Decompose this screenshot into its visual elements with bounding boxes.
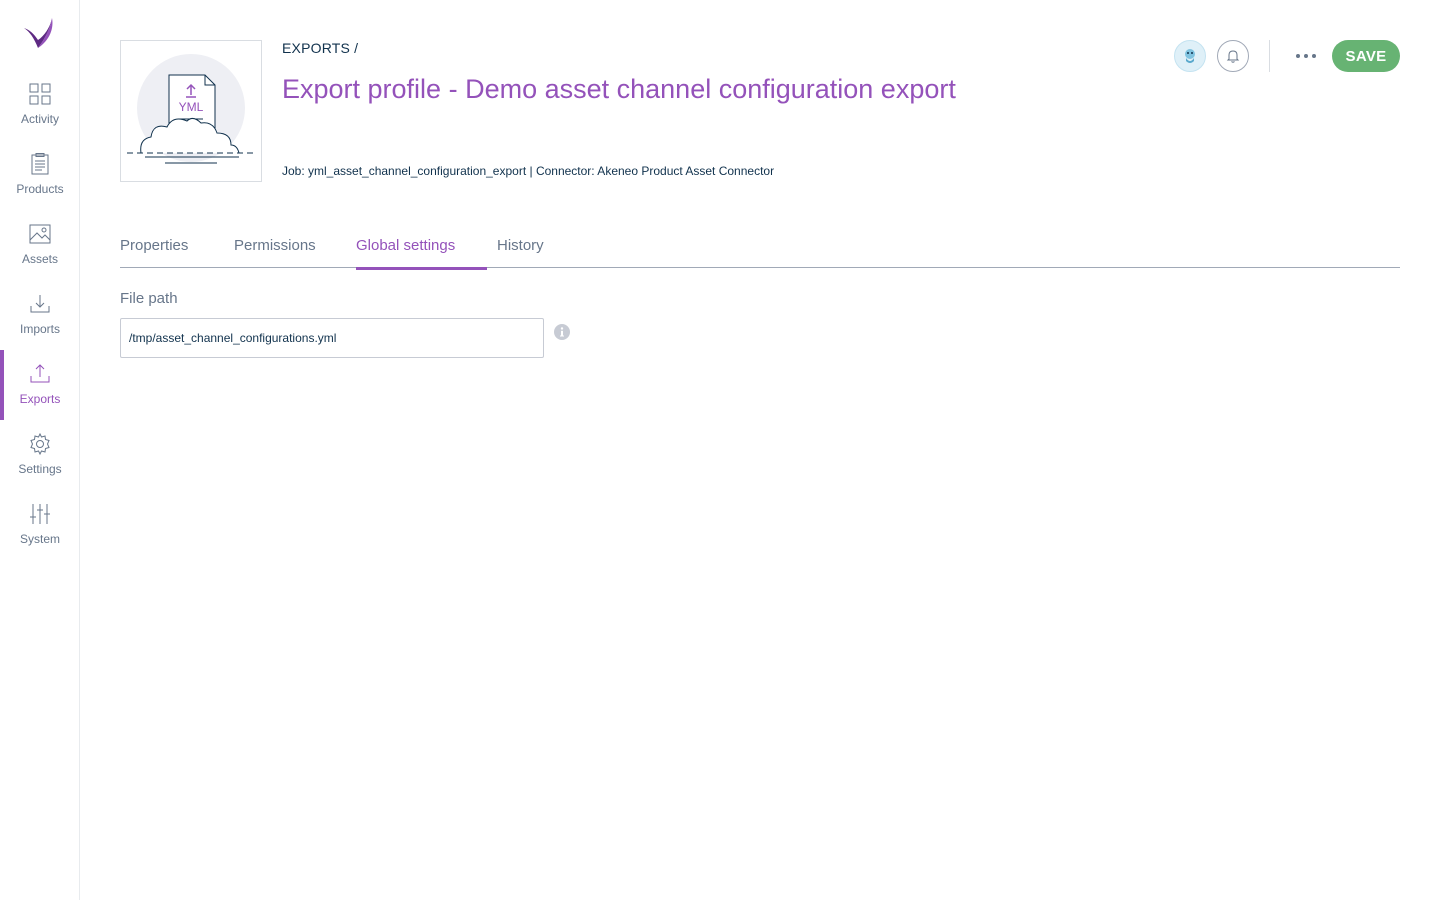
sidebar-item-label: Settings [18,462,62,476]
settings-icon [30,432,50,456]
sidebar-item-settings[interactable]: Settings [0,420,80,490]
thumbnail-text: YML [179,100,204,114]
yml-file-illustration: YML [127,54,255,164]
main-sidebar: Activity Products Assets Imports Exports [0,0,80,900]
sidebar-item-products[interactable]: Products [0,140,80,210]
sidebar-item-label: Products [16,182,64,196]
sidebar-item-imports[interactable]: Imports [0,280,80,350]
header-divider [1269,40,1270,72]
products-icon [31,153,49,175]
breadcrumb[interactable]: EXPORTS / [282,40,358,56]
imports-icon [30,295,50,313]
sidebar-item-label: Assets [21,252,58,266]
system-icon [30,504,50,524]
avatar-icon [1185,49,1195,63]
sidebar-item-label: Imports [19,322,60,336]
tab-permissions[interactable]: Permissions [234,226,316,268]
tab-properties[interactable]: Properties [120,226,188,268]
tab-global-settings[interactable]: Global settings [356,226,488,270]
info-icon[interactable] [554,324,570,340]
file-path-label: File path [120,290,178,307]
page-title: Export profile - Demo asset channel conf… [282,74,956,104]
notifications-button[interactable] [1217,40,1249,72]
tab-bar: Properties Permissions Global settings H… [120,226,1400,270]
sidebar-item-system[interactable]: System [0,490,80,560]
job-meta: Job: yml_asset_channel_configuration_exp… [282,164,775,178]
user-avatar[interactable] [1174,40,1206,72]
export-illustration: YML [120,40,262,182]
sidebar-item-exports[interactable]: Exports [0,350,80,420]
exports-icon [30,364,50,383]
save-button[interactable]: SAVE [1332,40,1400,72]
sidebar-item-assets[interactable]: Assets [0,210,80,280]
more-icon [1296,54,1316,58]
tab-history[interactable]: History [497,226,544,268]
activity-icon [29,83,51,105]
akeneo-logo[interactable] [20,14,58,52]
file-path-input[interactable] [120,318,544,358]
bell-icon [1226,50,1240,63]
assets-icon [29,224,51,244]
sidebar-item-label: Activity [20,112,59,126]
more-actions-button[interactable] [1290,44,1322,68]
sidebar-item-label: System [19,532,60,546]
sidebar-item-activity[interactable]: Activity [0,70,80,140]
sidebar-item-label: Exports [19,392,61,406]
